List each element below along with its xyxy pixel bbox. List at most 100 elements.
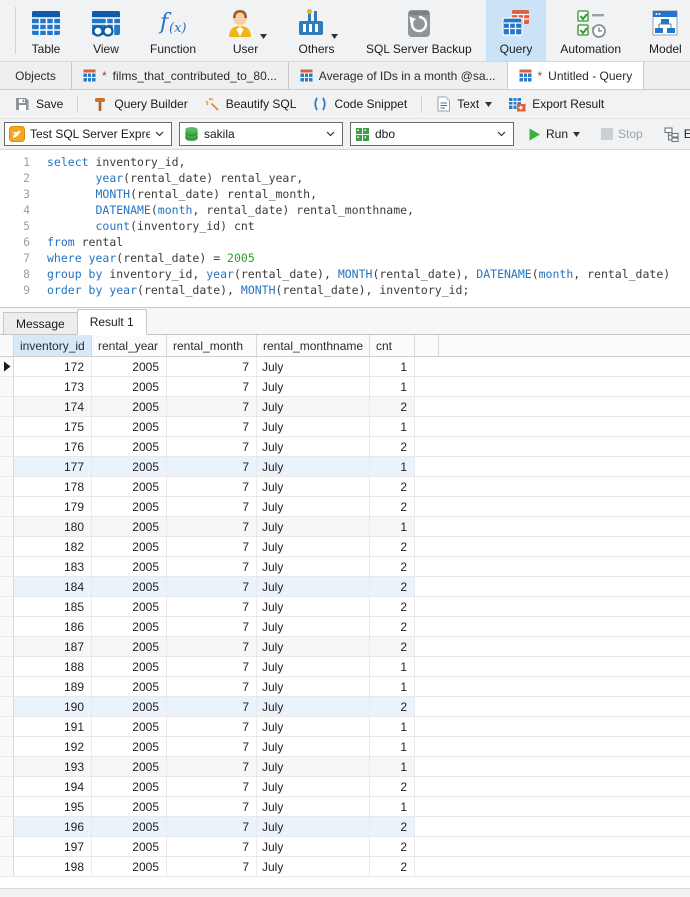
cell-inventory-id[interactable]: 176	[14, 437, 92, 456]
toolbar-item-function[interactable]: f (x) Function	[136, 0, 210, 61]
cell-rental-year[interactable]: 2005	[92, 597, 167, 616]
cell-rental-monthname[interactable]: July	[257, 537, 370, 556]
row-indicator[interactable]	[0, 417, 14, 436]
cell-inventory-id[interactable]: 194	[14, 777, 92, 796]
row-indicator[interactable]	[0, 497, 14, 516]
cell-cnt[interactable]: 2	[370, 617, 415, 636]
cell-rental-monthname[interactable]: July	[257, 577, 370, 596]
cell-cnt[interactable]: 2	[370, 597, 415, 616]
cell-rental-year[interactable]: 2005	[92, 737, 167, 756]
cell-rental-monthname[interactable]: July	[257, 377, 370, 396]
cell-inventory-id[interactable]: 174	[14, 397, 92, 416]
toolbar-item-automation[interactable]: Automation	[546, 0, 635, 61]
explain-button[interactable]: Explain	[657, 126, 690, 142]
cell-rental-month[interactable]: 7	[167, 617, 257, 636]
cell-cnt[interactable]: 1	[370, 457, 415, 476]
row-indicator[interactable]	[0, 657, 14, 676]
cell-cnt[interactable]: 1	[370, 757, 415, 776]
cell-rental-year[interactable]: 2005	[92, 857, 167, 876]
row-indicator[interactable]	[0, 517, 14, 536]
row-indicator[interactable]	[0, 737, 14, 756]
cell-rental-monthname[interactable]: July	[257, 417, 370, 436]
cell-cnt[interactable]: 2	[370, 857, 415, 876]
toolbar-item-model[interactable]: Model	[635, 0, 690, 61]
toolbar-item-user[interactable]: User	[210, 0, 281, 61]
cell-rental-monthname[interactable]: July	[257, 737, 370, 756]
cell-rental-year[interactable]: 2005	[92, 457, 167, 476]
cell-rental-month[interactable]: 7	[167, 857, 257, 876]
result-tab-result-1[interactable]: Result 1	[76, 309, 147, 335]
row-indicator[interactable]	[0, 777, 14, 796]
cell-cnt[interactable]: 1	[370, 517, 415, 536]
cell-rental-year[interactable]: 2005	[92, 637, 167, 656]
cell-rental-monthname[interactable]: July	[257, 677, 370, 696]
cell-rental-year[interactable]: 2005	[92, 697, 167, 716]
cell-rental-month[interactable]: 7	[167, 637, 257, 656]
row-indicator[interactable]	[0, 717, 14, 736]
cell-rental-month[interactable]: 7	[167, 837, 257, 856]
cell-rental-year[interactable]: 2005	[92, 517, 167, 536]
cell-cnt[interactable]: 2	[370, 477, 415, 496]
cell-rental-year[interactable]: 2005	[92, 577, 167, 596]
cell-inventory-id[interactable]: 189	[14, 677, 92, 696]
cell-rental-month[interactable]: 7	[167, 757, 257, 776]
cell-rental-year[interactable]: 2005	[92, 717, 167, 736]
row-indicator[interactable]	[0, 557, 14, 576]
code-snippet-button[interactable]: Code Snippet	[304, 93, 415, 115]
cell-rental-year[interactable]: 2005	[92, 777, 167, 796]
cell-rental-monthname[interactable]: July	[257, 397, 370, 416]
query-builder-button[interactable]: Query Builder	[84, 93, 195, 115]
cell-rental-month[interactable]: 7	[167, 657, 257, 676]
cell-inventory-id[interactable]: 185	[14, 597, 92, 616]
cell-inventory-id[interactable]: 197	[14, 837, 92, 856]
cell-cnt[interactable]: 1	[370, 357, 415, 376]
row-indicator[interactable]	[0, 597, 14, 616]
cell-rental-monthname[interactable]: July	[257, 517, 370, 536]
cell-rental-year[interactable]: 2005	[92, 397, 167, 416]
cell-rental-month[interactable]: 7	[167, 777, 257, 796]
cell-rental-month[interactable]: 7	[167, 397, 257, 416]
text-button[interactable]: Text	[428, 93, 500, 115]
row-indicator[interactable]	[0, 757, 14, 776]
cell-rental-month[interactable]: 7	[167, 377, 257, 396]
save-button[interactable]: Save	[6, 93, 71, 115]
tab-untitled-query[interactable]: * Untitled - Query	[507, 62, 645, 89]
cell-rental-month[interactable]: 7	[167, 357, 257, 376]
cell-rental-month[interactable]: 7	[167, 417, 257, 436]
cell-cnt[interactable]: 2	[370, 557, 415, 576]
cell-rental-month[interactable]: 7	[167, 497, 257, 516]
cell-cnt[interactable]: 1	[370, 797, 415, 816]
row-indicator[interactable]	[0, 577, 14, 596]
column-header-rental-month[interactable]: rental_month	[167, 335, 257, 356]
cell-inventory-id[interactable]: 196	[14, 817, 92, 836]
row-indicator[interactable]	[0, 437, 14, 456]
connection-select[interactable]: Test SQL Server Expres	[4, 122, 172, 146]
column-header-cnt[interactable]: cnt	[370, 335, 415, 356]
database-select[interactable]: sakila	[179, 122, 343, 146]
row-indicator[interactable]	[0, 797, 14, 816]
cell-rental-monthname[interactable]: July	[257, 477, 370, 496]
cell-rental-month[interactable]: 7	[167, 597, 257, 616]
cell-rental-year[interactable]: 2005	[92, 417, 167, 436]
export-result-button[interactable]: Export Result	[500, 93, 612, 115]
row-indicator[interactable]	[0, 617, 14, 636]
toolbar-item-others[interactable]: Others	[281, 0, 352, 61]
cell-rental-month[interactable]: 7	[167, 697, 257, 716]
cell-inventory-id[interactable]: 173	[14, 377, 92, 396]
cell-rental-year[interactable]: 2005	[92, 817, 167, 836]
result-tab-message[interactable]: Message	[3, 312, 78, 334]
cell-inventory-id[interactable]: 184	[14, 577, 92, 596]
cell-rental-year[interactable]: 2005	[92, 477, 167, 496]
tab-average-of-ids-in-a-month-sa[interactable]: Average of IDs in a month @sa...	[289, 62, 508, 89]
cell-inventory-id[interactable]: 195	[14, 797, 92, 816]
row-indicator[interactable]	[0, 697, 14, 716]
row-indicator[interactable]	[0, 637, 14, 656]
cell-rental-monthname[interactable]: July	[257, 557, 370, 576]
cell-rental-month[interactable]: 7	[167, 817, 257, 836]
cell-rental-monthname[interactable]: July	[257, 817, 370, 836]
column-header-inventory-id[interactable]: inventory_id	[14, 335, 92, 356]
tab-films-that-contributed-to-80[interactable]: * films_that_contributed_to_80...	[72, 62, 289, 89]
schema-select[interactable]: dbo	[350, 122, 514, 146]
cell-rental-year[interactable]: 2005	[92, 437, 167, 456]
cell-rental-month[interactable]: 7	[167, 477, 257, 496]
